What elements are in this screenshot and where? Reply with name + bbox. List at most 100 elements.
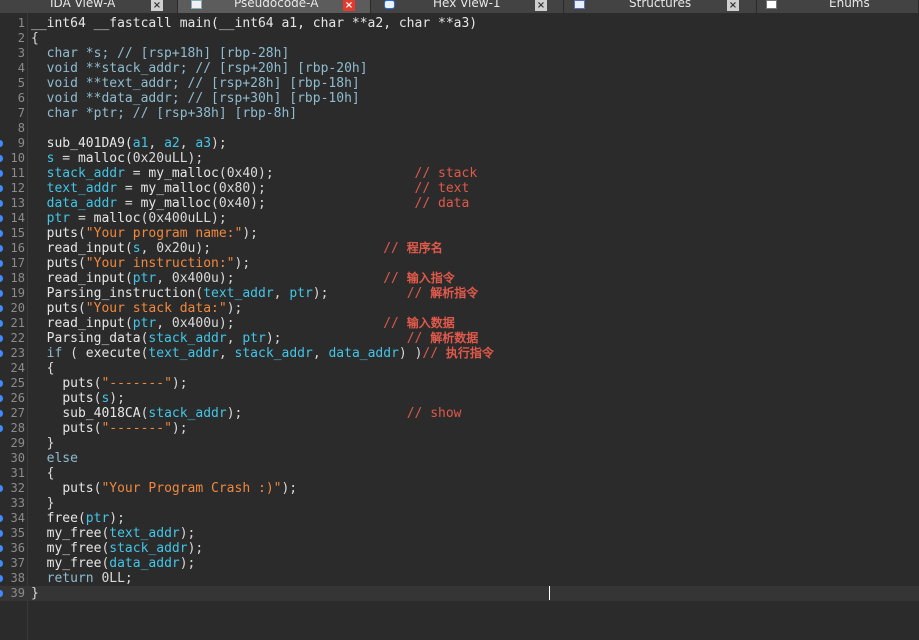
code-token: );	[187, 541, 204, 556]
line-number: 21	[10, 316, 25, 330]
code-token: }	[31, 586, 39, 601]
code-line[interactable]: 32 puts("Your Program Crash :)");	[0, 481, 919, 496]
line-number: 7	[17, 106, 25, 120]
code-token: =	[124, 166, 149, 181]
code-token: (0x80);	[211, 181, 415, 196]
code-token: {	[31, 466, 55, 481]
code-text: s = malloc(0x20uLL);	[31, 151, 204, 166]
tab-pseudocode-a[interactable]: Pseudocode-A ×	[178, 0, 371, 13]
code-token: ,	[273, 286, 290, 301]
close-icon[interactable]: ×	[343, 0, 355, 11]
tab-structures[interactable]: Structures ×	[564, 0, 757, 13]
code-token: =	[117, 181, 141, 196]
tab-ida-view-a[interactable]: IDA View-A ×	[0, 0, 178, 13]
enums-icon	[766, 0, 777, 9]
code-token: );	[171, 421, 188, 436]
code-token: );	[179, 556, 196, 571]
code-line[interactable]: 26 puts(s);	[0, 391, 919, 406]
code-line[interactable]: 5 void **text_addr; // [rsp+28h] [rbp-18…	[0, 76, 919, 91]
code-token: , 0x20u);	[140, 241, 384, 256]
code-line[interactable]: 7 char *ptr; // [rsp+38h] [rbp-8h]	[0, 106, 919, 121]
code-line[interactable]: 34 free(ptr);	[0, 511, 919, 526]
code-token: malloc	[77, 151, 125, 166]
code-line[interactable]: 1 __int64 __fastcall main(__int64 a1, cha…	[0, 16, 919, 31]
tab-enums[interactable]: Enums	[757, 0, 919, 13]
line-number: 20	[10, 301, 25, 315]
code-line[interactable]: 11 stack_addr = my_malloc(0x40); // stac…	[0, 166, 919, 181]
code-token: char *ptr; // [rsp+38h] [rbp-8h]	[46, 106, 298, 121]
line-number: 17	[10, 256, 25, 270]
code-line[interactable]: 29 }	[0, 436, 919, 451]
code-line[interactable]: 19 Parsing_instruction(text_addr, ptr); …	[0, 286, 919, 301]
code-line[interactable]: 9 sub_401DA9(a1, a2, a3);	[0, 136, 919, 151]
code-line[interactable]: 27 sub_4018CA(stack_addr); // show	[0, 406, 919, 421]
code-line[interactable]: 18 read_input(ptr, 0x400u); // 输入指令	[0, 271, 919, 286]
line-number: 13	[10, 196, 25, 210]
code-line[interactable]: 2{	[0, 31, 919, 46]
code-token: free	[46, 511, 78, 526]
code-line[interactable]: 22 Parsing_data(stack_addr, ptr); // 解析数…	[0, 331, 919, 346]
code-token: //	[383, 241, 407, 256]
code-line[interactable]: 25 puts("-------");	[0, 376, 919, 391]
close-icon[interactable]: ×	[727, 0, 739, 11]
code-token: a3	[195, 136, 212, 151]
code-token: (	[124, 316, 133, 331]
code-line[interactable]: 20 puts("Your stack data:");	[0, 301, 919, 316]
code-line[interactable]: 13 data_addr = my_malloc(0x40); // data	[0, 196, 919, 211]
code-line[interactable]: 4 void **stack_addr; // [rsp+20h] [rbp-2…	[0, 61, 919, 76]
line-number: 16	[10, 241, 25, 255]
code-token: ptr	[289, 286, 313, 301]
close-icon[interactable]: ×	[151, 0, 163, 11]
code-token: a2	[164, 136, 180, 151]
code-line[interactable]: 6 void **data_addr; // [rsp+30h] [rbp-10…	[0, 91, 919, 106]
code-line[interactable]: 35 my_free(text_addr);	[0, 526, 919, 541]
code-line[interactable]: 23 if ( execute(text_addr, stack_addr, d…	[0, 346, 919, 361]
code-token: 解析指令	[430, 286, 479, 300]
code-line[interactable]: 36 my_free(stack_addr);	[0, 541, 919, 556]
line-number: 15	[10, 226, 25, 240]
code-token: =	[54, 151, 78, 166]
code-line[interactable]: 28 puts("-------");	[0, 421, 919, 436]
code-line[interactable]: 12 text_addr = my_malloc(0x80); // text	[0, 181, 919, 196]
code-token: , 0x400u);	[156, 271, 384, 286]
code-token: ptr	[242, 331, 266, 346]
code-token: );	[281, 481, 298, 496]
code-token: puts	[62, 391, 94, 406]
code-line[interactable]: 33 }	[0, 496, 919, 511]
code-token: );	[242, 226, 258, 241]
code-line[interactable]: 38 return 0LL;	[0, 571, 919, 586]
code-line[interactable]: 10 s = malloc(0x20uLL);	[0, 151, 919, 166]
code-token: (	[77, 301, 86, 316]
code-line[interactable]: 16 read_input(s, 0x20u); // 程序名	[0, 241, 919, 256]
line-number: 19	[10, 286, 25, 300]
code-text: char *ptr; // [rsp+38h] [rbp-8h]	[31, 106, 297, 121]
pseudocode-view[interactable]: 1 __int64 __fastcall main(__int64 a1, cha…	[0, 16, 919, 601]
code-token: stack_addr	[148, 331, 227, 346]
code-token: text_addr	[109, 526, 180, 541]
tab-hex-view-1[interactable]: Hex View-1 ×	[371, 0, 564, 13]
code-line[interactable]: 21 read_input(ptr, 0x400u); // 输入数据	[0, 316, 919, 331]
code-line[interactable]: 3 char *s; // [rsp+18h] [rbp-28h]	[0, 46, 919, 61]
code-line[interactable]: 24 {	[0, 361, 919, 376]
code-line[interactable]: 15 puts("Your program name:");	[0, 226, 919, 241]
code-text: read_input(ptr, 0x400u); // 输入指令	[31, 271, 455, 286]
line-number: 32	[10, 481, 25, 495]
code-line[interactable]: 37 my_free(data_addr);	[0, 556, 919, 571]
close-icon[interactable]: ×	[535, 0, 547, 11]
code-token: );	[179, 526, 196, 541]
code-line[interactable]: 14 ptr = malloc(0x400uLL);	[0, 211, 919, 226]
code-line[interactable]: 17 puts("Your instruction:");	[0, 256, 919, 271]
line-number: 27	[10, 406, 25, 420]
code-token: =	[70, 211, 94, 226]
code-line[interactable]: 39}	[0, 586, 919, 601]
code-line[interactable]: 30 else	[0, 451, 919, 466]
code-line[interactable]: 8	[0, 121, 919, 136]
code-line[interactable]: 31 {	[0, 466, 919, 481]
code-token: 程序名	[406, 241, 443, 255]
